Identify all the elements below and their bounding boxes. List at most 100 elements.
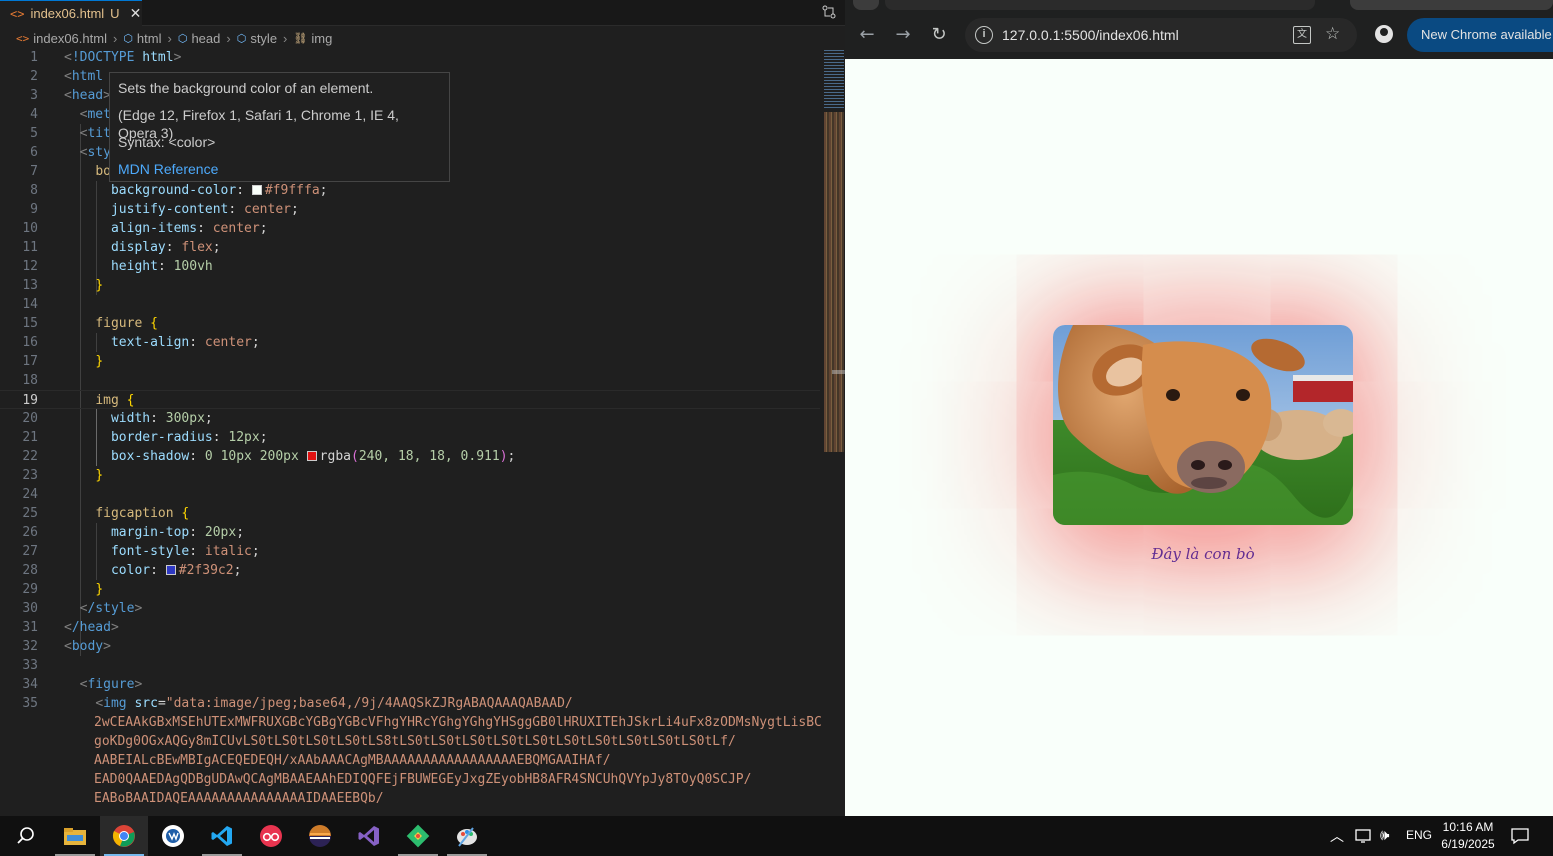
code-token: 200px (259, 449, 299, 464)
css-hover-tooltip: Sets the background color of an element.… (109, 72, 450, 182)
code-token: center (212, 221, 260, 236)
line-number: 12 (22, 259, 38, 274)
chevron-up-icon[interactable]: ︿ (1330, 826, 1344, 846)
breadcrumb-item[interactable]: style (250, 31, 277, 46)
notification-icon[interactable] (1510, 826, 1530, 850)
visual-studio-icon[interactable] (345, 816, 393, 856)
mdn-reference-link[interactable]: MDN Reference (118, 160, 441, 187)
line-number: 1 (30, 50, 38, 65)
code-line: 13 } (0, 276, 820, 295)
file-explorer-icon[interactable] (51, 816, 99, 856)
breadcrumb-item[interactable]: index06.html (33, 31, 107, 46)
line-number: 2 (30, 69, 38, 84)
breadcrumb-item[interactable]: html (137, 31, 162, 46)
address-bar[interactable]: i 127.0.0.1:5500/index06.html 文 ☆ (965, 18, 1357, 52)
browser-tab[interactable] (1350, 0, 1553, 10)
compare-changes-icon[interactable] (821, 4, 837, 20)
code-token: EABoBAAIDAQEAAAAAAAAAAAAAAAIDAAEEBQb/ (94, 791, 384, 806)
chevron-right-icon: › (283, 30, 288, 46)
element-icon: ⬡ (236, 32, 247, 45)
minimap-content (824, 48, 844, 108)
back-icon[interactable]: ← (856, 24, 878, 46)
code-token: 100vh (173, 259, 213, 274)
code-token: italic (204, 544, 252, 559)
app-icon[interactable] (149, 816, 197, 856)
bookmark-star-icon[interactable]: ☆ (1325, 24, 1340, 44)
language-indicator[interactable]: ENG (1406, 828, 1432, 842)
element-icon: ⬡ (123, 32, 133, 45)
tab-close-icon[interactable]: ✕ (130, 5, 142, 22)
code-line: 16 text-align: center; (0, 333, 820, 352)
line-number: 28 (22, 563, 38, 578)
line-number: 14 (22, 297, 38, 312)
tab-filename: index06.html (30, 6, 105, 21)
code-line: 31 </head> (0, 618, 820, 637)
code-token: goKDg0OGxAQGy8mICUvLS0tLS0tLS0tLS0tLS8tL… (94, 734, 736, 749)
line-number: 21 (22, 430, 38, 445)
vscode-icon[interactable] (198, 816, 246, 856)
clock[interactable]: 10:16 AM 6/19/2025 (1438, 819, 1498, 853)
color-swatch[interactable] (165, 565, 176, 575)
line-number: 18 (22, 373, 38, 388)
code-line: 34 <figure> (0, 675, 820, 694)
html-file-icon: <> (16, 31, 30, 45)
code-line: 9 justify-content: center; (0, 200, 820, 219)
code-token: src (134, 696, 158, 711)
windows-taskbar: ︿ 🕪 ENG 10:16 AM 6/19/2025 (0, 816, 1553, 856)
browser-tab[interactable] (885, 0, 1315, 10)
breadcrumb-item[interactable]: head (191, 31, 220, 46)
search-icon[interactable] (2, 816, 50, 856)
code-line: 22 box-shadow: 0 10px 200px rgba(240, 18… (0, 447, 820, 466)
code-token: figure (95, 316, 143, 331)
code-line: 21 border-radius: 12px; (0, 428, 820, 447)
line-number: 16 (22, 335, 38, 350)
line-number: 17 (22, 354, 38, 369)
line-number: 3 (30, 88, 38, 103)
breadcrumb-item[interactable]: img (311, 31, 332, 46)
code-token: width (110, 411, 151, 426)
chrome-icon[interactable] (100, 816, 148, 856)
code-token: sty (87, 145, 111, 160)
code-editor-window: <> index06.html U ✕ <> index06.html › ⬡ … (0, 0, 845, 816)
code-token: body (71, 639, 104, 654)
network-icon[interactable] (1355, 828, 1373, 848)
code-token: 2wCEAAkGBxMSEhUTExMWFRUXGBcYGBgYGBcVFhgY… (94, 715, 822, 730)
code-line: 26 margin-top: 20px; (0, 523, 820, 542)
profile-icon[interactable] (1375, 25, 1393, 43)
color-swatch[interactable] (306, 451, 317, 461)
cow-image (1053, 325, 1353, 525)
element-icon: ⬡ (177, 32, 188, 45)
volume-icon[interactable]: 🕪 (1380, 826, 1389, 844)
code-line: 23 } (0, 466, 820, 485)
forward-icon[interactable]: → (892, 24, 914, 46)
code-line: 35 <img src="data:image/jpeg;base64,/9j/… (0, 694, 820, 713)
eclipse-icon[interactable] (296, 816, 344, 856)
browser-tab[interactable] (853, 0, 879, 10)
line-number: 15 (22, 316, 38, 331)
line-number: 25 (22, 506, 38, 521)
reload-icon[interactable]: ↻ (928, 24, 950, 46)
editor-tab-index06[interactable]: <> index06.html U ✕ (0, 0, 142, 26)
line-number: 10 (22, 221, 38, 236)
code-token: text-align (110, 335, 190, 350)
tab-untracked-badge: U (110, 6, 120, 21)
minimap[interactable] (822, 48, 844, 458)
app-icon[interactable] (247, 816, 295, 856)
translate-icon[interactable]: 文 (1293, 26, 1311, 44)
code-token: /style (87, 601, 135, 616)
paint-brush-icon[interactable] (443, 816, 491, 856)
site-info-icon[interactable]: i (975, 26, 993, 44)
code-token: 240, 18, 18, 0.911 (358, 449, 500, 464)
code-token: figure (87, 677, 135, 692)
line-number: 35 (22, 696, 38, 711)
url-text[interactable]: 127.0.0.1:5500/index06.html (1002, 27, 1179, 43)
scrollbar-thumb[interactable] (832, 370, 845, 374)
new-chrome-available-button[interactable]: New Chrome available (1407, 18, 1553, 52)
code-line: 12 height: 100vh (0, 257, 820, 276)
code-line: 28 color: #2f39c2; (0, 561, 820, 580)
git-icon[interactable] (394, 816, 442, 856)
code-token: 300px (165, 411, 205, 426)
code-token: "data:image/jpeg;base64,/9j/4AAQSkZJRgAB… (165, 696, 573, 711)
line-number: 6 (30, 145, 38, 160)
line-number: 19 (22, 393, 38, 408)
